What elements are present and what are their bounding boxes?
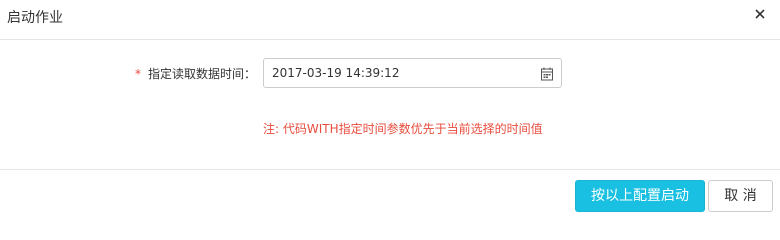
required-mark: * [135,67,141,81]
close-icon[interactable] [752,6,768,22]
dialog-title: 启动作业 [7,10,63,26]
datetime-input[interactable]: 2017-03-19 14:39:12 [263,58,562,88]
priority-note: 注: 代码WITH指定时间参数优先于当前选择的时间值 [263,122,543,136]
read-time-label: 指定读取数据时间： [148,67,257,81]
read-time-form-row: * 指定读取数据时间： 2017-03-19 14:39:12 [0,58,780,90]
dialog-header: 启动作业 [0,0,780,40]
start-with-config-button[interactable]: 按以上配置启动 [575,180,705,212]
calendar-icon[interactable] [541,66,553,81]
datetime-value: 2017-03-19 14:39:12 [272,66,400,80]
dialog-body: * 指定读取数据时间： 2017-03-19 14:39:12 注: 代码WIT… [0,40,780,169]
dialog-footer: 按以上配置启动 取 消 [0,169,780,217]
cancel-button[interactable]: 取 消 [708,180,773,212]
start-job-dialog: 启动作业 * 指定读取数据时间： 2017-03-19 14:39:12 注: … [0,0,780,217]
